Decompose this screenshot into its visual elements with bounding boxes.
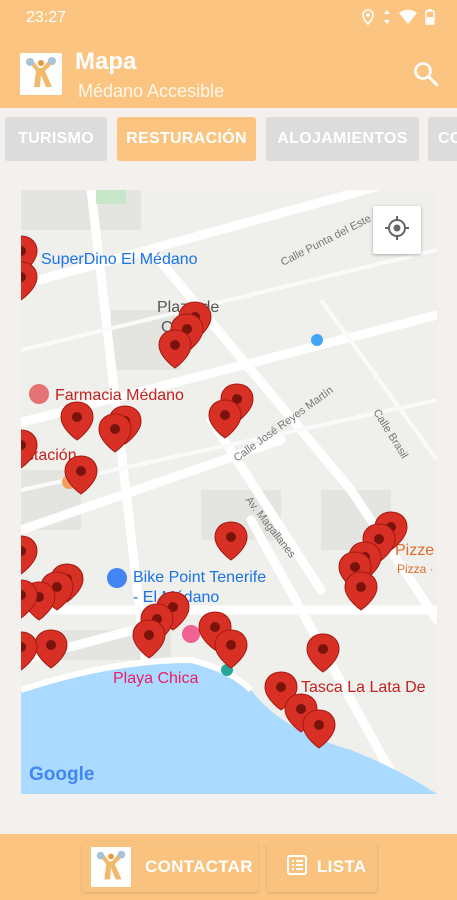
status-time: 23:27 [26, 9, 67, 26]
status-icons [361, 9, 435, 28]
battery-icon [425, 9, 435, 28]
data-arrows-icon [383, 9, 391, 28]
poi-superdino: SuperDino El Médano [41, 251, 198, 268]
my-location-button[interactable] [373, 206, 421, 254]
contact-label: CONTACTAR [145, 857, 253, 876]
list-label: LISTA [317, 857, 367, 876]
poi-pizze: Pizze [395, 542, 434, 559]
tab-label: TURISMO [18, 130, 94, 147]
tab-turismo[interactable]: TURISMO [5, 117, 107, 161]
list-icon [287, 854, 307, 880]
poi-tasca: Tasca La Lata De [301, 679, 426, 696]
tab-more[interactable]: CO [428, 117, 457, 161]
page-title: Mapa [75, 48, 137, 75]
app-logo [20, 53, 62, 95]
tab-label: ALOJAMIENTOS [277, 130, 408, 147]
tab-label: CO [438, 130, 457, 147]
page-subtitle: Médano Accesible [78, 81, 225, 101]
poi-pizza: Pizza · [397, 562, 434, 576]
list-button[interactable]: LISTA [267, 842, 377, 892]
app-logo-icon [91, 847, 131, 887]
tab-label: RESTURACIÓN [126, 130, 247, 147]
wifi-icon [399, 9, 417, 28]
contact-button[interactable]: CONTACTAR [82, 842, 258, 892]
bottom-bar: CONTACTAR LISTA [0, 834, 457, 900]
tab-alojamientos[interactable]: ALOJAMIENTOS [266, 117, 419, 161]
app-bar: Mapa Médano Accesible [0, 36, 457, 108]
tab-resturacion[interactable]: RESTURACIÓN [117, 117, 256, 161]
poi-bike-point: Bike Point Tenerife [133, 569, 266, 586]
location-icon [361, 9, 375, 28]
poi-farmacia: Farmacia Médano [55, 387, 184, 404]
status-bar: 23:27 [0, 0, 457, 36]
google-logo: Google [29, 764, 94, 785]
map-canvas: SuperDino El Médano Plaza de Chica Farma… [21, 190, 437, 794]
search-icon[interactable] [413, 61, 439, 87]
poi-playa-chica: Playa Chica [113, 670, 198, 687]
category-tabs: TURISMO RESTURACIÓN ALOJAMIENTOS CO [0, 108, 457, 170]
crosshair-icon [383, 214, 411, 247]
map-view[interactable]: SuperDino El Médano Plaza de Chica Farma… [21, 190, 437, 794]
